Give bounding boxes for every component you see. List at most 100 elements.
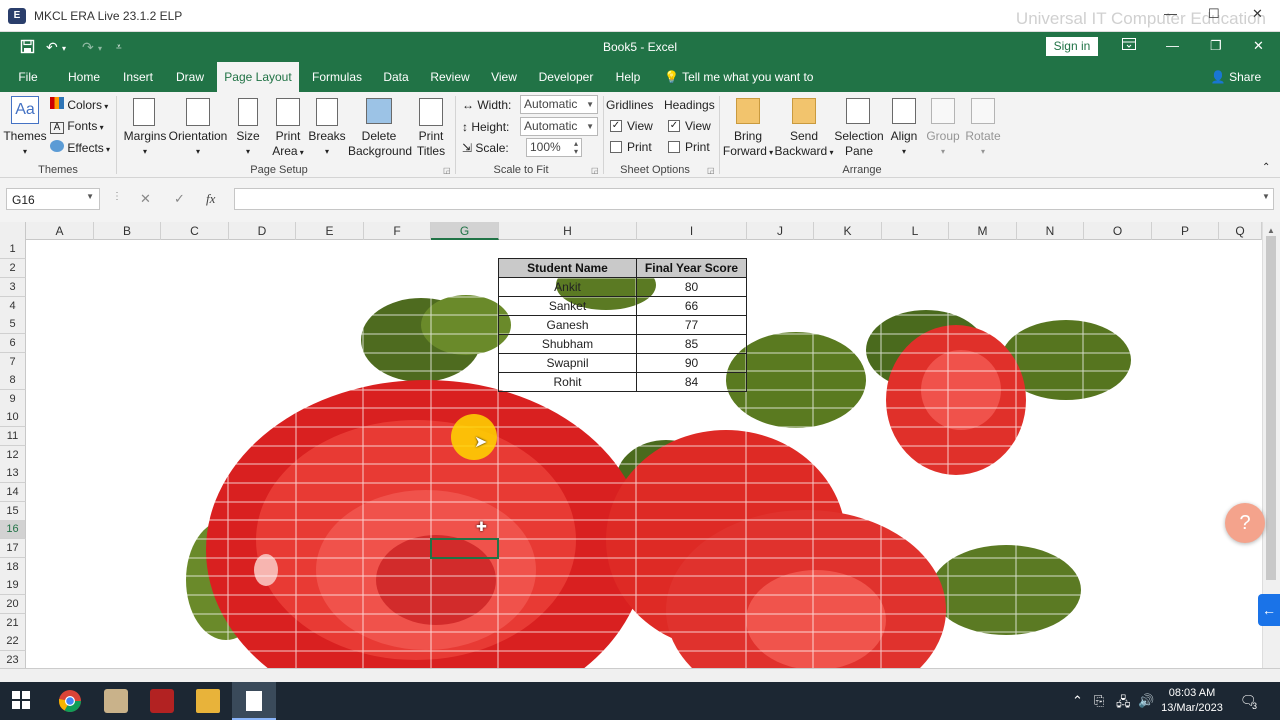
row-header[interactable]: 15: [0, 502, 26, 521]
collapse-ribbon-icon[interactable]: ⌃: [1262, 162, 1270, 173]
sheet-options-launcher-icon[interactable]: ◲: [707, 166, 715, 175]
row-header[interactable]: 19: [0, 576, 26, 595]
width-select[interactable]: Automatic ▼: [520, 95, 598, 114]
effects-button[interactable]: Effects ▾: [50, 140, 110, 155]
row-header[interactable]: 7: [0, 353, 26, 372]
headings-print-checkbox[interactable]: [668, 141, 680, 153]
column-header[interactable]: E: [296, 222, 364, 240]
column-header[interactable]: J: [747, 222, 814, 240]
scale-spinner[interactable]: 100% ▴ ▾: [526, 138, 582, 157]
colors-button[interactable]: Colors ▾: [50, 97, 108, 112]
minimize-icon[interactable]: —: [1166, 38, 1179, 53]
score-cell[interactable]: 85: [636, 334, 747, 354]
row-header[interactable]: 4: [0, 297, 26, 316]
student-name-cell[interactable]: Shubham: [498, 334, 637, 354]
student-name-cell[interactable]: Swapnil: [498, 353, 637, 373]
row-header[interactable]: 5: [0, 315, 26, 334]
row-header[interactable]: 10: [0, 408, 26, 427]
column-header[interactable]: N: [1017, 222, 1084, 240]
column-header[interactable]: M: [949, 222, 1017, 240]
taskbar-clock[interactable]: 08:03 AM 13/Mar/2023: [1156, 686, 1228, 716]
app-icon[interactable]: [104, 689, 128, 713]
ribbon-display-options-icon[interactable]: [1122, 38, 1136, 53]
close-icon[interactable]: ✕: [1253, 38, 1264, 54]
tab-help[interactable]: Help: [610, 62, 646, 92]
student-name-cell[interactable]: Sanket: [498, 296, 637, 316]
student-name-cell[interactable]: Ankit: [498, 277, 637, 297]
table-header-final-year-score[interactable]: Final Year Score: [636, 258, 747, 278]
enter-icon[interactable]: ✓: [174, 191, 185, 207]
page-setup-launcher-icon[interactable]: ◲: [443, 166, 451, 175]
scale-to-fit-launcher-icon[interactable]: ◲: [591, 166, 599, 175]
outer-close-icon[interactable]: ✕: [1252, 6, 1263, 22]
formula-input[interactable]: [234, 188, 1274, 210]
score-cell[interactable]: 77: [636, 315, 747, 335]
column-header[interactable]: I: [637, 222, 747, 240]
column-header[interactable]: A: [26, 222, 94, 240]
column-header[interactable]: H: [499, 222, 637, 240]
meet-now-icon[interactable]: ⎘: [1094, 693, 1104, 709]
row-header[interactable]: 22: [0, 632, 26, 651]
worksheet[interactable]: Student Name Final Year Score Ankit 80 Sa…: [0, 222, 1280, 668]
score-cell[interactable]: 80: [636, 277, 747, 297]
row-header[interactable]: 21: [0, 614, 26, 633]
windows-start-icon[interactable]: [12, 691, 36, 715]
column-header[interactable]: K: [814, 222, 882, 240]
restore-icon[interactable]: ❐: [1210, 38, 1222, 54]
tab-home[interactable]: Home: [62, 62, 106, 92]
tell-me-search[interactable]: 💡 Tell me what you want to do: [664, 62, 830, 114]
network-icon[interactable]: 🖧: [1116, 693, 1131, 715]
row-header[interactable]: 17: [0, 539, 26, 558]
row-header[interactable]: 13: [0, 464, 26, 483]
active-document-app[interactable]: [232, 682, 276, 720]
row-header[interactable]: 20: [0, 595, 26, 614]
row-header[interactable]: 9: [0, 390, 26, 409]
outer-maximize-icon[interactable]: ☐: [1208, 6, 1220, 22]
fonts-button[interactable]: A Fonts ▾: [50, 119, 104, 134]
column-header[interactable]: Q: [1219, 222, 1262, 240]
tab-data[interactable]: Data: [378, 62, 414, 92]
insert-function-icon[interactable]: fx: [206, 191, 215, 207]
row-header[interactable]: 14: [0, 483, 26, 502]
row-header[interactable]: 3: [0, 278, 26, 297]
row-header-selected[interactable]: 16: [0, 520, 26, 539]
column-header[interactable]: D: [229, 222, 296, 240]
row-header[interactable]: 23: [0, 651, 26, 668]
table-header-student-name[interactable]: Student Name: [498, 258, 637, 278]
volume-icon[interactable]: 🔊: [1138, 693, 1154, 709]
column-header[interactable]: P: [1152, 222, 1219, 240]
tab-review[interactable]: Review: [427, 62, 473, 92]
scroll-thumb[interactable]: [1266, 236, 1276, 580]
file-explorer-icon[interactable]: [196, 689, 220, 713]
tab-draw[interactable]: Draw: [172, 62, 208, 92]
horizontal-scrollbar[interactable]: [0, 668, 1280, 682]
score-cell[interactable]: 66: [636, 296, 747, 316]
column-header-selected[interactable]: G: [431, 222, 499, 240]
outer-minimize-icon[interactable]: —: [1164, 6, 1177, 21]
tab-file[interactable]: File: [10, 62, 46, 92]
tab-formulas[interactable]: Formulas: [309, 62, 365, 92]
side-panel-arrow-icon[interactable]: ←: [1258, 594, 1280, 626]
tab-page-layout[interactable]: Page Layout: [217, 62, 299, 92]
scroll-up-icon[interactable]: ▲: [1267, 226, 1275, 235]
gridlines-print-checkbox[interactable]: [610, 141, 622, 153]
cancel-icon[interactable]: ✕: [140, 191, 151, 207]
tab-insert[interactable]: Insert: [118, 62, 158, 92]
student-name-cell[interactable]: Ganesh: [498, 315, 637, 335]
sign-in-button[interactable]: Sign in: [1046, 37, 1098, 56]
row-header[interactable]: 8: [0, 371, 26, 390]
select-all-corner[interactable]: [0, 222, 26, 240]
name-box[interactable]: G16 ▼: [6, 188, 100, 210]
help-icon[interactable]: ?: [1225, 503, 1265, 543]
row-header[interactable]: 6: [0, 334, 26, 353]
gridlines-view-checkbox[interactable]: ✓: [610, 120, 622, 132]
row-header[interactable]: 18: [0, 558, 26, 577]
student-name-cell[interactable]: Rohit: [498, 372, 637, 392]
column-header[interactable]: O: [1084, 222, 1152, 240]
row-header[interactable]: 1: [0, 240, 26, 259]
column-header[interactable]: F: [364, 222, 431, 240]
expand-formula-bar-icon[interactable]: ▼: [1262, 192, 1270, 201]
chrome-icon[interactable]: [58, 689, 82, 713]
row-header[interactable]: 12: [0, 446, 26, 465]
column-header[interactable]: L: [882, 222, 949, 240]
